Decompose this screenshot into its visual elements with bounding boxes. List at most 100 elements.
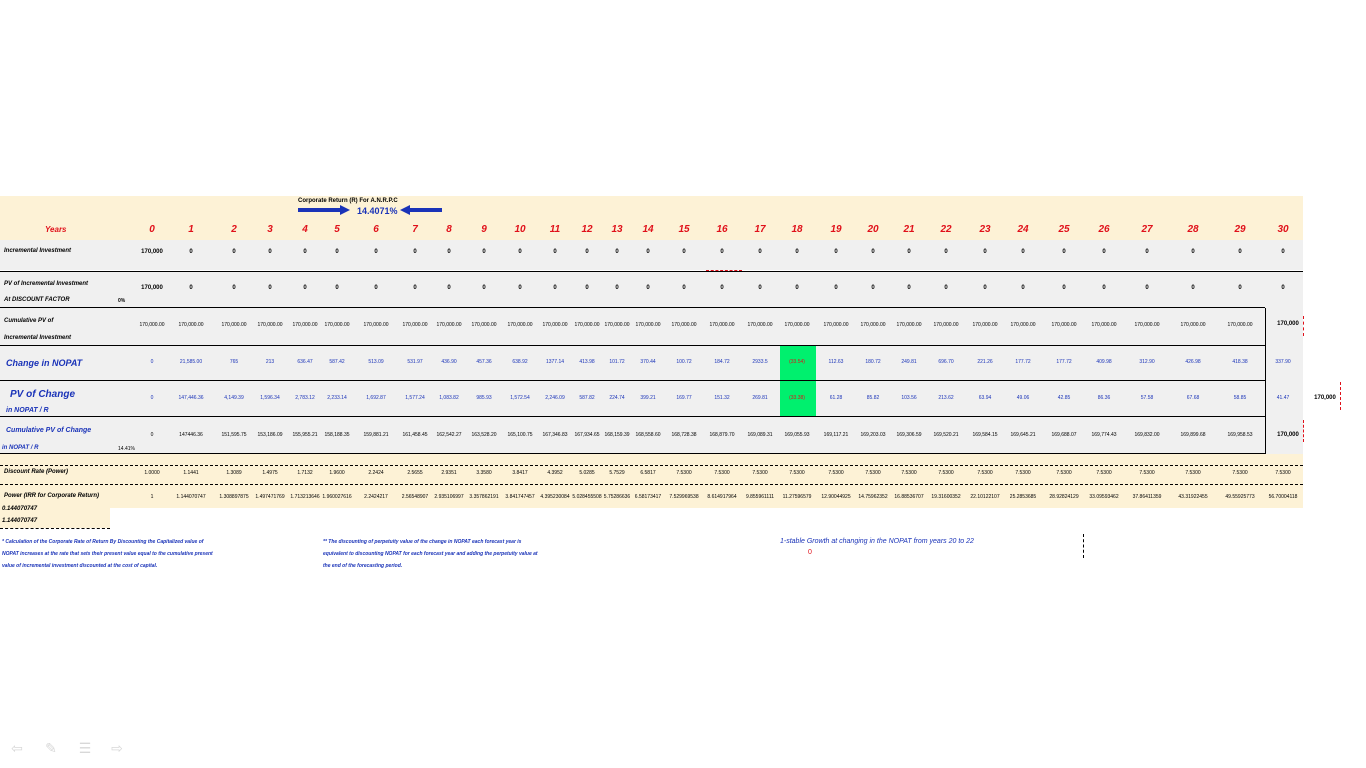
- cumulative-change-label: Cumulative PV of Change: [6, 427, 92, 434]
- pv-change-cell: 399.21: [640, 395, 656, 401]
- cumulative-change-cell: 169,520.21: [933, 432, 959, 438]
- pv-incremental-cell: 0: [720, 285, 724, 291]
- change-nopat-cell: 2933.5: [752, 359, 768, 365]
- note-2-line: the end of the forecasting period.: [323, 563, 403, 569]
- cumulative-change-cell: 162,542.27: [436, 432, 462, 438]
- year-header: 20: [867, 224, 879, 235]
- pv-incremental-cell: 0: [189, 285, 193, 291]
- cumulative-pv-cell: 170,000.00: [402, 322, 428, 328]
- discount-rate-cell: 6.5817: [640, 470, 656, 476]
- power-irr-cell: 1.144070747: [176, 494, 206, 500]
- menu-icon[interactable]: ☰: [76, 740, 94, 756]
- change-nopat-cell: 587.42: [329, 359, 345, 365]
- pv-change-cell: 985.93: [476, 395, 492, 401]
- discount-rate-cell: 2.5655: [407, 470, 423, 476]
- incremental-cell: 0: [615, 249, 619, 255]
- red-dash: [706, 270, 742, 271]
- cumulative-change-pct: 14.41%: [118, 446, 135, 452]
- cumulative-pv-cell: 170,000.00: [709, 322, 735, 328]
- cumulative-change-cell: 155,955.21: [292, 432, 318, 438]
- incremental-cell: 0: [335, 249, 339, 255]
- arrow-left-icon[interactable]: ⇦: [8, 740, 26, 756]
- arrow-right-icon[interactable]: ⇨: [108, 740, 126, 756]
- pen-icon[interactable]: ✎: [42, 740, 60, 756]
- discount-rate-cell: 4.3952: [547, 470, 563, 476]
- pv-change-cell: 169.77: [676, 395, 692, 401]
- pv-change-cell: 587.82: [579, 395, 595, 401]
- cumulative-change-cell: 169,832.00: [1134, 432, 1160, 438]
- discount-rate-cell: 7.5300: [938, 470, 954, 476]
- year-header: 4: [302, 224, 308, 235]
- incremental-cell: 0: [983, 249, 987, 255]
- change-nopat-cell: 249.81: [901, 359, 917, 365]
- note-1-line: NOPAT increases at the rate that sets th…: [2, 551, 213, 557]
- pv-change-cell: 269.81: [752, 395, 768, 401]
- discount-rate-label: Discount Rate (Power): [4, 469, 69, 475]
- red-dash: [1303, 420, 1304, 442]
- incremental-cell: 0: [374, 249, 378, 255]
- cumulative-change-cell: 168,159.39: [604, 432, 630, 438]
- incremental-cell: 0: [189, 249, 193, 255]
- discount-rate-cell: 7.5300: [789, 470, 805, 476]
- discount-rate-cell: 7.5300: [1056, 470, 1072, 476]
- year-header: 8: [446, 224, 452, 235]
- note-2-line: ** The discounting of perpetuity value o…: [323, 539, 522, 545]
- note-1: * Calculation of the Corporate Rate of R…: [2, 536, 262, 572]
- discount-factor-value: 0%: [118, 298, 126, 304]
- pv-incremental-band: [0, 272, 1303, 308]
- incremental-label: Incremental Investment: [4, 248, 72, 254]
- divider: [0, 453, 1265, 454]
- cumulative-pv-cell: 170,000.00: [896, 322, 922, 328]
- year-header: 29: [1234, 224, 1246, 235]
- cumulative-change-cell: 169,117.21: [823, 432, 849, 438]
- incremental-cell: 0: [907, 249, 911, 255]
- cumulative-pv-cell: 170,000.00: [178, 322, 204, 328]
- incremental-cell: 0: [413, 249, 417, 255]
- cumulative-change-cell: 158,188.35: [324, 432, 350, 438]
- pv-incremental-cell: 0: [335, 285, 339, 291]
- cumulative-pv-cell: 170,000.00: [542, 322, 568, 328]
- note-2-line: equivalent to discounting NOPAT for each…: [323, 551, 538, 557]
- incremental-cell: 0: [1021, 249, 1025, 255]
- power-irr-cell: 2.935106997: [434, 494, 464, 500]
- cumulative-pv-total: 170,000: [1277, 321, 1299, 327]
- pv-change-cell: 1,572.54: [510, 395, 530, 401]
- pv-incremental-cell: 0: [268, 285, 272, 291]
- discount-rate-cell: 5.0285: [579, 470, 595, 476]
- cumulative-change-label2: in NOPAT / R: [2, 445, 39, 451]
- year-header: 17: [754, 224, 766, 235]
- extra-value-2: 1.144070747: [2, 518, 38, 524]
- cumulative-change-cell: 168,879.70: [709, 432, 735, 438]
- pv-incremental-cell: 0: [1021, 285, 1025, 291]
- cumulative-pv-cell: 170,000.00: [933, 322, 959, 328]
- pv-incremental-cell: 0: [447, 285, 451, 291]
- year-header: 22: [940, 224, 952, 235]
- divider: [0, 416, 1265, 417]
- cumulative-change-cell: 159,881.21: [363, 432, 389, 438]
- cumulative-pv-cell: 170,000.00: [221, 322, 247, 328]
- discount-rate-cell: 1.0000: [144, 470, 160, 476]
- pv-change-cell: 1,577.24: [405, 395, 425, 401]
- pv-change-cell: 63.94: [978, 395, 992, 401]
- cumulative-change-cell: 169,774.43: [1091, 432, 1117, 438]
- pv-incremental-label: PV of Incremental Investment: [4, 281, 89, 287]
- pv-incremental-cell: 0: [413, 285, 417, 291]
- year-header: 9: [481, 224, 487, 235]
- year-header: 28: [1187, 224, 1199, 235]
- discount-rate-cell: 7.5300: [828, 470, 844, 476]
- power-irr-cell: 11.27596579: [782, 494, 812, 500]
- year-header: 10: [514, 224, 526, 235]
- spreadsheet-slide: Corporate Return (R) For A.N.R.P.C 14.40…: [0, 0, 1366, 768]
- pv-incremental-cell: 0: [907, 285, 911, 291]
- power-irr-cell: 5.028455508: [572, 494, 602, 500]
- power-irr-cell: 25.2853685: [1009, 494, 1037, 500]
- pv-incremental-cell: 0: [871, 285, 875, 291]
- incremental-cell: 0: [682, 249, 686, 255]
- incremental-cell: 170,000: [141, 249, 163, 255]
- change-nopat-cell: 177.72: [1056, 359, 1072, 365]
- cumulative-pv-cell: 170,000.00: [1010, 322, 1036, 328]
- pv-change-cell: 57.58: [1140, 395, 1154, 401]
- pv-change-cell: 0: [150, 395, 154, 401]
- year-header: 12: [581, 224, 593, 235]
- power-irr-cell: 5.75286636: [603, 494, 631, 500]
